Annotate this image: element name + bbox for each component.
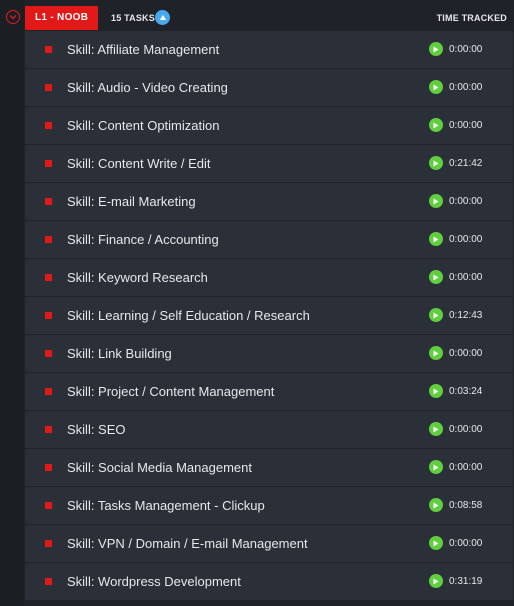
task-status-square[interactable] bbox=[45, 426, 52, 433]
time-tracked-value[interactable]: 0:00:00 bbox=[449, 196, 482, 207]
task-name[interactable]: Skill: Tasks Management - Clickup bbox=[67, 498, 265, 513]
task-status-square[interactable] bbox=[45, 46, 52, 53]
task-name[interactable]: Skill: SEO bbox=[67, 422, 126, 437]
play-icon[interactable] bbox=[429, 42, 443, 56]
play-icon[interactable] bbox=[429, 422, 443, 436]
task-name[interactable]: Skill: Finance / Accounting bbox=[67, 232, 219, 247]
task-count: 15 TASKS bbox=[111, 13, 155, 23]
chevron-down-circle-icon[interactable] bbox=[6, 10, 20, 24]
task-group-view: L1 - NOOB 15 TASKS TIME TRACKED Skill: A… bbox=[0, 0, 514, 606]
task-row[interactable]: Skill: Content Write / Edit 0:21:42 bbox=[25, 145, 513, 182]
task-row[interactable]: Skill: Keyword Research 0:00:00 bbox=[25, 259, 513, 296]
task-status-square[interactable] bbox=[45, 274, 52, 281]
time-tracked-value[interactable]: 0:00:00 bbox=[449, 44, 482, 55]
play-icon[interactable] bbox=[429, 308, 443, 322]
task-row[interactable]: Skill: Finance / Accounting 0:00:00 bbox=[25, 221, 513, 258]
play-icon[interactable] bbox=[429, 460, 443, 474]
task-row[interactable]: Skill: Learning / Self Education / Resea… bbox=[25, 297, 513, 334]
play-icon[interactable] bbox=[429, 574, 443, 588]
task-status-square[interactable] bbox=[45, 312, 52, 319]
task-status-square[interactable] bbox=[45, 350, 52, 357]
task-status-square[interactable] bbox=[45, 236, 52, 243]
play-icon[interactable] bbox=[429, 118, 443, 132]
task-row[interactable]: Skill: Tasks Management - Clickup 0:08:5… bbox=[25, 487, 513, 524]
task-name[interactable]: Skill: Project / Content Management bbox=[67, 384, 274, 399]
task-list: Skill: Affiliate Management 0:00:00 Skil… bbox=[25, 31, 513, 601]
task-name[interactable]: Skill: Affiliate Management bbox=[67, 42, 219, 57]
task-name[interactable]: Skill: E-mail Marketing bbox=[67, 194, 196, 209]
task-row[interactable]: Skill: Social Media Management 0:00:00 bbox=[25, 449, 513, 486]
sort-button[interactable] bbox=[155, 10, 170, 25]
time-tracked-value[interactable]: 0:00:00 bbox=[449, 462, 482, 473]
task-row[interactable]: Skill: Project / Content Management 0:03… bbox=[25, 373, 513, 410]
task-status-square[interactable] bbox=[45, 502, 52, 509]
time-tracked-value[interactable]: 0:00:00 bbox=[449, 424, 482, 435]
arrow-up-icon bbox=[159, 14, 166, 20]
task-status-square[interactable] bbox=[45, 122, 52, 129]
play-icon[interactable] bbox=[429, 80, 443, 94]
time-tracked-value[interactable]: 0:00:00 bbox=[449, 82, 482, 93]
status-badge[interactable]: L1 - NOOB bbox=[25, 6, 99, 30]
task-row[interactable]: Skill: Wordpress Development 0:31:19 bbox=[25, 563, 513, 600]
task-name[interactable]: Skill: VPN / Domain / E-mail Management bbox=[67, 536, 308, 551]
task-name[interactable]: Skill: Link Building bbox=[67, 346, 172, 361]
play-icon[interactable] bbox=[429, 536, 443, 550]
play-icon[interactable] bbox=[429, 384, 443, 398]
task-status-square[interactable] bbox=[45, 198, 52, 205]
time-tracked-value[interactable]: 0:00:00 bbox=[449, 234, 482, 245]
play-icon[interactable] bbox=[429, 156, 443, 170]
time-tracked-value[interactable]: 0:08:58 bbox=[449, 500, 482, 511]
task-status-square[interactable] bbox=[45, 388, 52, 395]
time-tracked-value[interactable]: 0:31:19 bbox=[449, 576, 482, 587]
play-icon[interactable] bbox=[429, 194, 443, 208]
left-rail bbox=[0, 0, 24, 606]
task-status-square[interactable] bbox=[45, 464, 52, 471]
task-row[interactable]: Skill: Link Building 0:00:00 bbox=[25, 335, 513, 372]
task-row[interactable]: Skill: Affiliate Management 0:00:00 bbox=[25, 31, 513, 68]
task-row[interactable]: Skill: Content Optimization 0:00:00 bbox=[25, 107, 513, 144]
task-name[interactable]: Skill: Content Optimization bbox=[67, 118, 219, 133]
group-header: L1 - NOOB 15 TASKS TIME TRACKED bbox=[24, 0, 514, 31]
task-row[interactable]: Skill: E-mail Marketing 0:00:00 bbox=[25, 183, 513, 220]
play-icon[interactable] bbox=[429, 232, 443, 246]
time-tracked-value[interactable]: 0:21:42 bbox=[449, 158, 482, 169]
play-icon[interactable] bbox=[429, 498, 443, 512]
time-tracked-value[interactable]: 0:03:24 bbox=[449, 386, 482, 397]
time-tracked-value[interactable]: 0:12:43 bbox=[449, 310, 482, 321]
task-status-square[interactable] bbox=[45, 578, 52, 585]
task-name[interactable]: Skill: Keyword Research bbox=[67, 270, 208, 285]
time-tracked-value[interactable]: 0:00:00 bbox=[449, 348, 482, 359]
task-status-square[interactable] bbox=[45, 160, 52, 167]
task-row[interactable]: Skill: SEO 0:00:00 bbox=[25, 411, 513, 448]
task-row[interactable]: Skill: Audio - Video Creating 0:00:00 bbox=[25, 69, 513, 106]
task-name[interactable]: Skill: Social Media Management bbox=[67, 460, 252, 475]
task-status-square[interactable] bbox=[45, 540, 52, 547]
time-tracked-column-header[interactable]: TIME TRACKED bbox=[437, 13, 507, 23]
time-tracked-value[interactable]: 0:00:00 bbox=[449, 120, 482, 131]
task-row[interactable]: Skill: VPN / Domain / E-mail Management … bbox=[25, 525, 513, 562]
play-icon[interactable] bbox=[429, 270, 443, 284]
time-tracked-value[interactable]: 0:00:00 bbox=[449, 538, 482, 549]
task-name[interactable]: Skill: Content Write / Edit bbox=[67, 156, 211, 171]
task-name[interactable]: Skill: Audio - Video Creating bbox=[67, 80, 228, 95]
play-icon[interactable] bbox=[429, 346, 443, 360]
task-name[interactable]: Skill: Learning / Self Education / Resea… bbox=[67, 308, 310, 323]
task-status-square[interactable] bbox=[45, 84, 52, 91]
time-tracked-value[interactable]: 0:00:00 bbox=[449, 272, 482, 283]
task-name[interactable]: Skill: Wordpress Development bbox=[67, 574, 241, 589]
